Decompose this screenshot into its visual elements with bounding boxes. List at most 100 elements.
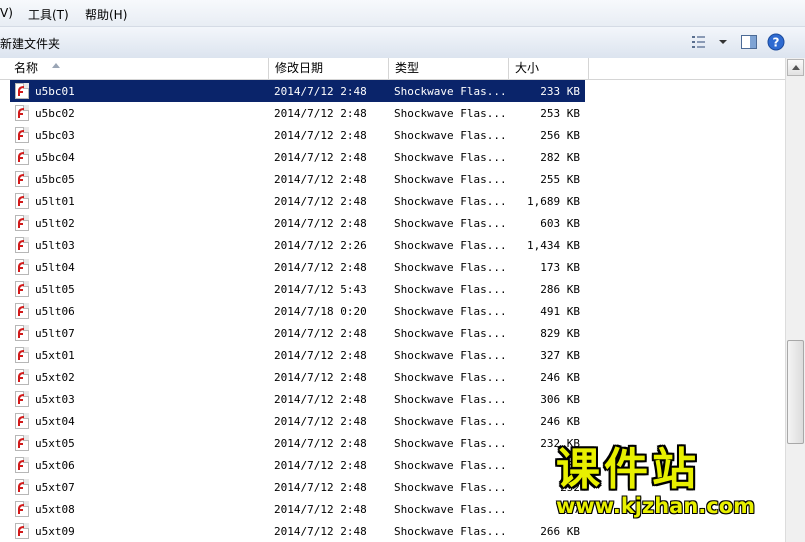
file-name: u5bc05 <box>35 173 75 186</box>
file-modified-date: 2014/7/12 2:48 <box>274 217 367 230</box>
file-name: u5lt02 <box>35 217 75 230</box>
file-type: Shockwave Flas... <box>394 459 507 472</box>
file-row[interactable]: u5bc03 2014/7/12 2:48 Shockwave Flas... 256… <box>10 124 585 146</box>
file-modified-date: 2014/7/18 0:20 <box>274 305 367 318</box>
file-row[interactable]: u5lt04 2014/7/12 2:48 Shockwave Flas... 173… <box>10 256 585 278</box>
file-type: Shockwave Flas... <box>394 503 507 516</box>
column-header-date[interactable]: 修改日期 <box>269 58 389 79</box>
file-type: Shockwave Flas... <box>394 437 507 450</box>
svg-text:?: ? <box>773 36 780 50</box>
file-name: u5lt03 <box>35 239 75 252</box>
file-name: u5lt06 <box>35 305 75 318</box>
flash-file-icon <box>15 391 29 407</box>
file-name: u5xt08 <box>35 503 75 516</box>
file-row[interactable]: u5lt07 2014/7/12 2:48 Shockwave Flas... 829… <box>10 322 585 344</box>
file-type: Shockwave Flas... <box>394 349 507 362</box>
file-size: 253 KB <box>540 107 580 120</box>
flash-file-icon <box>15 127 29 143</box>
flash-file-icon <box>15 171 29 187</box>
flash-file-icon <box>15 523 29 539</box>
file-size: 1,434 KB <box>527 239 580 252</box>
flash-file-icon <box>15 193 29 209</box>
file-modified-date: 2014/7/12 2:48 <box>274 481 367 494</box>
new-folder-button[interactable]: 新建文件夹 <box>0 35 60 52</box>
flash-file-icon <box>15 303 29 319</box>
file-type: Shockwave Flas... <box>394 85 507 98</box>
help-icon[interactable]: ? <box>767 33 785 51</box>
file-row[interactable]: u5lt02 2014/7/12 2:48 Shockwave Flas... 603… <box>10 212 585 234</box>
file-row[interactable]: u5xt03 2014/7/12 2:48 Shockwave Flas... 306… <box>10 388 585 410</box>
file-row[interactable]: u5xt09 2014/7/12 2:48 Shockwave Flas... 266… <box>10 520 585 542</box>
file-row[interactable]: u5bc04 2014/7/12 2:48 Shockwave Flas... 282… <box>10 146 585 168</box>
file-row[interactable]: u5bc05 2014/7/12 2:48 Shockwave Flas... 255… <box>10 168 585 190</box>
file-size: 306 KB <box>540 393 580 406</box>
file-type: Shockwave Flas... <box>394 327 507 340</box>
file-row[interactable]: u5xt02 2014/7/12 2:48 Shockwave Flas... 246… <box>10 366 585 388</box>
file-name: u5bc02 <box>35 107 75 120</box>
column-date-label: 修改日期 <box>275 61 324 75</box>
file-name: u5bc03 <box>35 129 75 142</box>
file-size: 246 KB <box>540 415 580 428</box>
menu-tools[interactable]: 工具(T) <box>28 6 69 23</box>
flash-file-icon <box>15 281 29 297</box>
dropdown-chevron-icon[interactable] <box>716 33 734 51</box>
file-modified-date: 2014/7/12 2:48 <box>274 195 367 208</box>
column-header-row: 名称 修改日期 类型 大小 <box>0 58 785 80</box>
file-row[interactable]: u5lt01 2014/7/12 2:48 Shockwave Flas... 1,6… <box>10 190 585 212</box>
file-row[interactable]: u5xt04 2014/7/12 2:48 Shockwave Flas... 246… <box>10 410 585 432</box>
flash-file-icon <box>15 215 29 231</box>
flash-file-icon <box>15 105 29 121</box>
file-row[interactable]: u5xt08 2014/7/12 2:48 Shockwave Flas... 247 <box>10 498 585 520</box>
flash-file-icon <box>15 83 29 99</box>
file-modified-date: 2014/7/12 2:48 <box>274 393 367 406</box>
file-row[interactable]: u5lt03 2014/7/12 2:26 Shockwave Flas... 1,4… <box>10 234 585 256</box>
file-type: Shockwave Flas... <box>394 481 507 494</box>
flash-file-icon <box>15 435 29 451</box>
flash-file-icon <box>15 501 29 517</box>
file-name: u5xt06 <box>35 459 75 472</box>
file-size: 1,689 KB <box>527 195 580 208</box>
watermark-title: 课件站 <box>556 444 700 495</box>
file-row[interactable]: u5lt06 2014/7/18 0:20 Shockwave Flas... 491… <box>10 300 585 322</box>
flash-file-icon <box>15 325 29 341</box>
file-type: Shockwave Flas... <box>394 393 507 406</box>
menu-help[interactable]: 帮助(H) <box>85 6 127 23</box>
file-row[interactable]: u5lt05 2014/7/12 5:43 Shockwave Flas... 286… <box>10 278 585 300</box>
file-row[interactable]: u5xt01 2014/7/12 2:48 Shockwave Flas... 327… <box>10 344 585 366</box>
watermark-url: www.kjzhan.com <box>556 494 756 518</box>
file-name: u5bc01 <box>35 85 75 98</box>
flash-file-icon <box>15 259 29 275</box>
file-name: u5xt05 <box>35 437 75 450</box>
preview-pane-icon[interactable] <box>740 33 758 51</box>
menu-view[interactable]: V) <box>0 6 13 20</box>
flash-file-icon <box>15 347 29 363</box>
file-type: Shockwave Flas... <box>394 129 507 142</box>
file-row[interactable]: u5bc02 2014/7/12 2:48 Shockwave Flas... 253… <box>10 102 585 124</box>
flash-file-icon <box>15 413 29 429</box>
file-row[interactable]: u5xt05 2014/7/12 2:48 Shockwave Flas... 232… <box>10 432 585 454</box>
file-name: u5xt02 <box>35 371 75 384</box>
sort-ascending-icon <box>52 63 60 68</box>
flash-file-icon <box>15 457 29 473</box>
file-name: u5bc04 <box>35 151 75 164</box>
file-row[interactable]: u5xt06 2014/7/12 2:48 Shockwave Flas... 37 <box>10 454 585 476</box>
file-modified-date: 2014/7/12 2:48 <box>274 503 367 516</box>
file-name: u5lt05 <box>35 283 75 296</box>
file-size: 603 KB <box>540 217 580 230</box>
view-options-icon[interactable] <box>690 33 708 51</box>
file-modified-date: 2014/7/12 2:48 <box>274 173 367 186</box>
column-header-size[interactable]: 大小 <box>509 58 589 79</box>
column-header-name[interactable]: 名称 <box>8 58 269 79</box>
column-type-label: 类型 <box>395 61 420 75</box>
file-row[interactable]: u5bc01 2014/7/12 2:48 Shockwave Flas... 233… <box>10 80 585 102</box>
file-row[interactable]: u5xt07 2014/7/12 2:48 Shockwave Flas... 252 <box>10 476 585 498</box>
file-modified-date: 2014/7/12 5:43 <box>274 283 367 296</box>
watermark-logo: 课件站 www.kjzhan.com <box>556 446 796 522</box>
file-type: Shockwave Flas... <box>394 261 507 274</box>
flash-file-icon <box>15 149 29 165</box>
scrollbar-thumb[interactable] <box>787 340 804 444</box>
file-size: 286 KB <box>540 283 580 296</box>
file-name: u5lt04 <box>35 261 75 274</box>
column-header-type[interactable]: 类型 <box>389 58 509 79</box>
scroll-up-button[interactable] <box>787 59 804 76</box>
